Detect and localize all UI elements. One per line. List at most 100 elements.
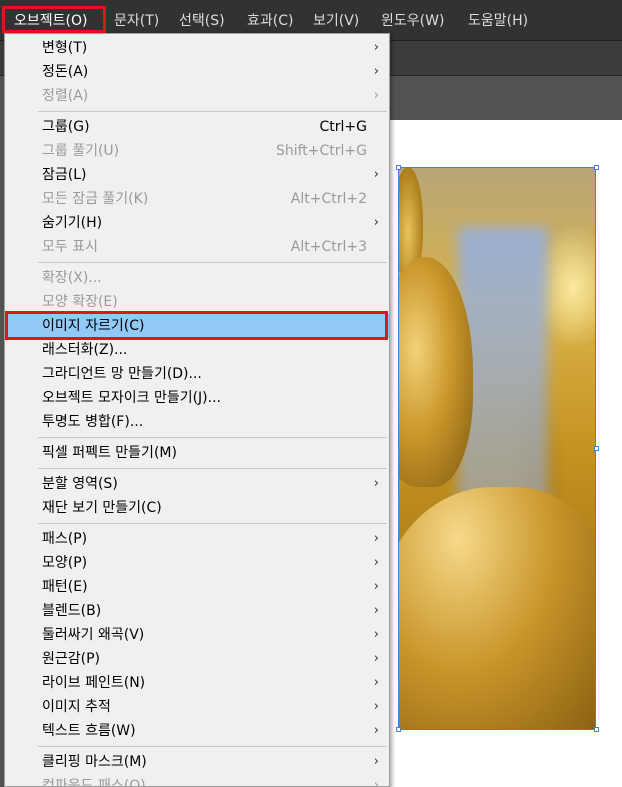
- chevron-right-icon: ›: [373, 699, 379, 714]
- menu-item-unlock-all: 모든 잠금 풀기(K) Alt+Ctrl+2: [5, 187, 389, 211]
- selection-bounding-box: [398, 167, 596, 730]
- chevron-right-icon: ›: [373, 603, 379, 618]
- menu-item-group[interactable]: 그룹(G) Ctrl+G: [5, 115, 389, 139]
- menu-item-label: 블렌드(B): [42, 603, 102, 619]
- menu-item-image-trace[interactable]: 이미지 추적 ›: [5, 695, 389, 719]
- menu-item-label: 오브젝트 모자이크 만들기(J)...: [42, 390, 221, 406]
- menu-item-label: 분할 영역(S): [42, 476, 118, 492]
- menu-item-create-gradient-mesh[interactable]: 그라디언트 망 만들기(D)...: [5, 362, 389, 386]
- selection-handle-bottom-right[interactable]: [594, 727, 599, 732]
- menu-item-label: 투명도 병합(F)...: [42, 414, 144, 430]
- selection-handle-top-left[interactable]: [396, 165, 401, 170]
- menu-item-label: 컴파운드 패스(O): [42, 778, 146, 787]
- chevron-right-icon: ›: [373, 627, 379, 642]
- menu-item-label: 잠금(L): [42, 167, 87, 183]
- menu-item-blend[interactable]: 블렌드(B) ›: [5, 599, 389, 623]
- menu-item-label: 패턴(E): [42, 579, 88, 595]
- menu-item-label: 래스터화(Z)...: [42, 342, 128, 358]
- menu-item-label: 확장(X)...: [42, 270, 102, 286]
- chevron-right-icon: ›: [373, 64, 379, 79]
- menu-item-slice[interactable]: 분할 영역(S) ›: [5, 472, 389, 496]
- menu-item-label: 그룹(G): [42, 119, 90, 135]
- menu-separator: [38, 523, 387, 524]
- menu-item-text-wrap[interactable]: 텍스트 흐름(W) ›: [5, 719, 389, 743]
- menu-item-label: 둘러싸기 왜곡(V): [42, 627, 145, 643]
- menu-item-ungroup: 그룹 풀기(U) Shift+Ctrl+G: [5, 139, 389, 163]
- chevron-right-icon: ›: [373, 754, 379, 769]
- menu-item-label: 텍스트 흐름(W): [42, 723, 136, 739]
- chevron-right-icon: ›: [373, 579, 379, 594]
- menu-separator: [38, 746, 387, 747]
- menu-type[interactable]: 문자(T): [114, 10, 159, 32]
- menu-item-perspective[interactable]: 원근감(P) ›: [5, 647, 389, 671]
- menu-item-create-object-mosaic[interactable]: 오브젝트 모자이크 만들기(J)...: [5, 386, 389, 410]
- menu-item-envelope-distort[interactable]: 둘러싸기 왜곡(V) ›: [5, 623, 389, 647]
- menu-object-annotation: [2, 6, 106, 33]
- chevron-right-icon: ›: [373, 555, 379, 570]
- menu-item-lock[interactable]: 잠금(L) ›: [5, 163, 389, 187]
- menu-item-align: 정렬(A) ›: [5, 84, 389, 108]
- menu-item-label: 모양(P): [42, 555, 88, 571]
- menu-separator: [38, 437, 387, 438]
- menu-item-arrange[interactable]: 정돈(A) ›: [5, 60, 389, 84]
- selection-handle-top-right[interactable]: [594, 165, 599, 170]
- chevron-right-icon: ›: [373, 531, 379, 546]
- chevron-right-icon: ›: [373, 215, 379, 230]
- chevron-right-icon: ›: [373, 778, 379, 787]
- menu-item-live-paint[interactable]: 라이브 페인트(N) ›: [5, 671, 389, 695]
- chevron-right-icon: ›: [373, 723, 379, 738]
- menu-item-label: 픽셀 퍼펙트 만들기(M): [42, 445, 177, 461]
- menu-window[interactable]: 윈도우(W): [381, 10, 444, 32]
- chevron-right-icon: ›: [373, 40, 379, 55]
- menu-item-label: 라이브 페인트(N): [42, 675, 146, 691]
- menu-item-path[interactable]: 패스(P) ›: [5, 527, 389, 551]
- menu-item-pattern[interactable]: 패턴(E) ›: [5, 575, 389, 599]
- menu-item-compound-path: 컴파운드 패스(O) ›: [5, 774, 389, 787]
- menu-separator: [38, 111, 387, 112]
- menu-item-label: 모든 잠금 풀기(K): [42, 191, 149, 207]
- object-menu-dropdown: 변형(T) › 정돈(A) › 정렬(A) › 그룹(G) Ctrl+G 그룹 …: [4, 33, 390, 787]
- menu-item-label: 그라디언트 망 만들기(D)...: [42, 366, 202, 382]
- menu-view[interactable]: 보기(V): [313, 10, 359, 32]
- menu-item-label: 정돈(A): [42, 64, 89, 80]
- menu-separator: [38, 468, 387, 469]
- chevron-right-icon: ›: [373, 167, 379, 182]
- menu-item-expand: 확장(X)...: [5, 266, 389, 290]
- menu-item-label: 이미지 추적: [42, 699, 111, 715]
- menu-item-label: 정렬(A): [42, 88, 89, 104]
- menu-item-shortcut: Alt+Ctrl+2: [290, 191, 367, 207]
- menu-select[interactable]: 선택(S): [179, 10, 225, 32]
- menu-item-rasterize[interactable]: 래스터화(Z)...: [5, 338, 389, 362]
- menu-item-label: 클리핑 마스크(M): [42, 754, 147, 770]
- illustrator-window: 오브젝트(O) 문자(T) 선택(S) 효과(C) 보기(V) 윈도우(W) 도…: [0, 0, 622, 787]
- chevron-right-icon: ›: [373, 476, 379, 491]
- menu-item-create-trim-marks[interactable]: 재단 보기 만들기(C): [5, 496, 389, 520]
- menu-item-show-all: 모두 표시 Alt+Ctrl+3: [5, 235, 389, 259]
- chevron-right-icon: ›: [373, 675, 379, 690]
- menu-item-shortcut: Ctrl+G: [319, 119, 368, 135]
- menu-item-label: 그룹 풀기(U): [42, 143, 120, 159]
- menu-item-label: 모양 확장(E): [42, 294, 118, 310]
- menu-item-shortcut: Shift+Ctrl+G: [275, 143, 367, 159]
- menu-item-make-pixel-perfect[interactable]: 픽셀 퍼펙트 만들기(M): [5, 441, 389, 465]
- menu-item-label: 변형(T): [42, 40, 88, 56]
- chevron-right-icon: ›: [373, 88, 379, 103]
- menu-item-transform[interactable]: 변형(T) ›: [5, 36, 389, 60]
- menu-effect[interactable]: 효과(C): [247, 10, 293, 32]
- menu-help[interactable]: 도움말(H): [468, 10, 528, 32]
- menu-item-clipping-mask[interactable]: 클리핑 마스크(M) ›: [5, 750, 389, 774]
- selection-handle-bottom-left[interactable]: [396, 727, 401, 732]
- crop-image-annotation: [5, 311, 388, 340]
- menu-item-label: 원근감(P): [42, 651, 101, 667]
- menu-separator: [38, 262, 387, 263]
- menu-item-label: 패스(P): [42, 531, 88, 547]
- menu-item-shape[interactable]: 모양(P) ›: [5, 551, 389, 575]
- menu-item-flatten-transparency[interactable]: 투명도 병합(F)...: [5, 410, 389, 434]
- menu-item-shortcut: Alt+Ctrl+3: [290, 239, 367, 255]
- selection-handle-right[interactable]: [594, 446, 599, 451]
- chevron-right-icon: ›: [373, 651, 379, 666]
- menu-item-hide[interactable]: 숨기기(H) ›: [5, 211, 389, 235]
- menu-item-label: 재단 보기 만들기(C): [42, 500, 162, 516]
- menu-item-label: 숨기기(H): [42, 215, 103, 231]
- menu-item-label: 모두 표시: [42, 239, 98, 255]
